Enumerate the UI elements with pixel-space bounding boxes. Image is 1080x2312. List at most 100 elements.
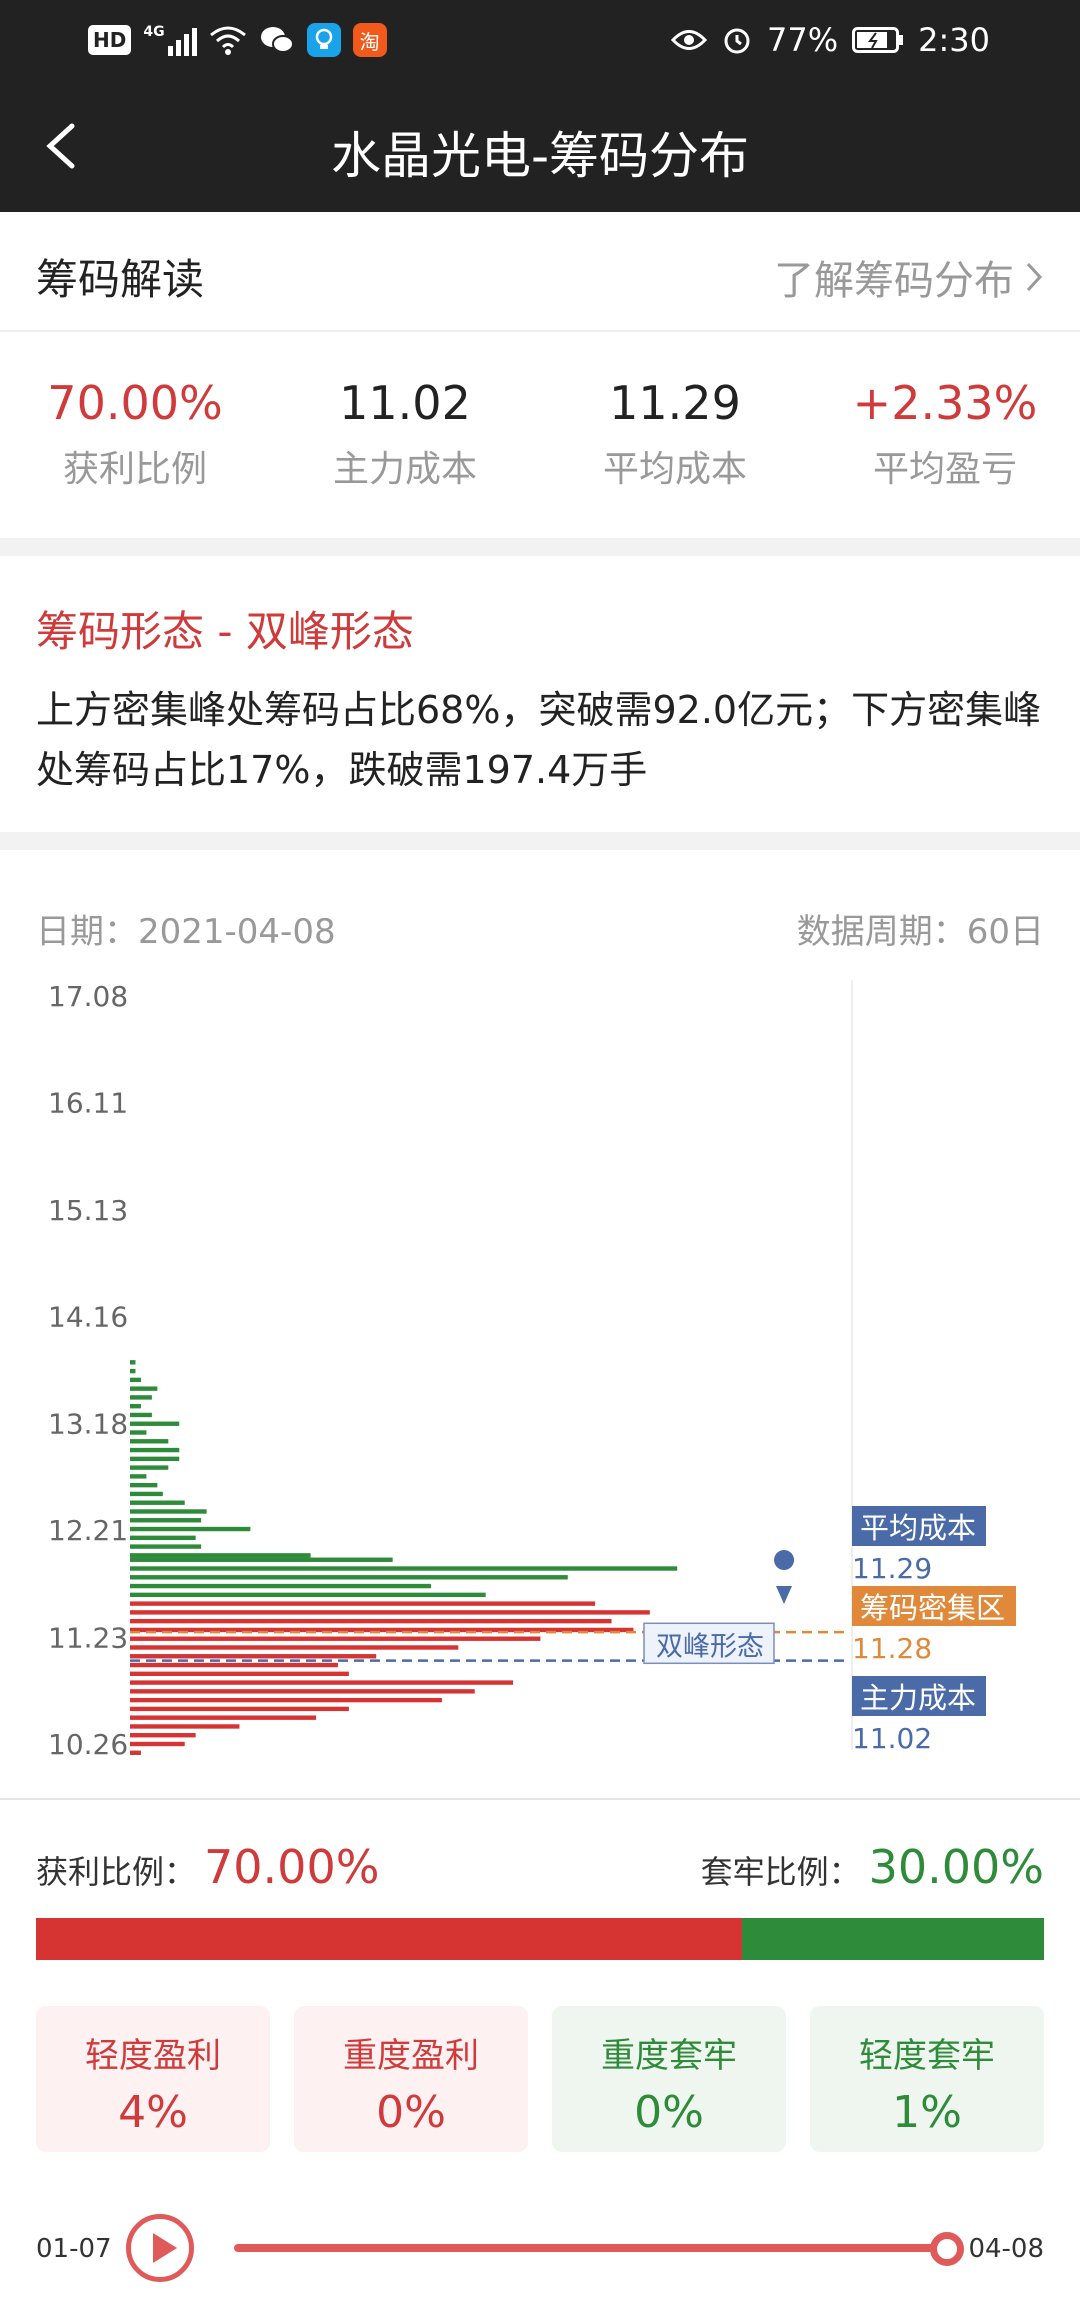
y-tick-label: 16.11	[48, 1086, 128, 1119]
chip-bar	[130, 1724, 240, 1729]
chip-bar	[130, 1566, 678, 1571]
battery-percent: 77%	[767, 21, 839, 59]
card-heavy-trapped[interactable]: 重度套牢 0%	[552, 2006, 786, 2152]
chip-distribution-section: 日期：2021-04-08 数据周期：60日 17.08 16.11 15.13 14…	[0, 850, 1080, 1800]
chip-bar	[130, 1439, 169, 1444]
card-label: 重度套牢	[601, 2036, 737, 2076]
chip-bar	[130, 1680, 514, 1685]
chip-bar	[130, 1500, 185, 1505]
y-tick-label: 17.08	[48, 980, 128, 1013]
chip-bar	[130, 1706, 349, 1712]
learn-link-label: 了解筹码分布	[774, 258, 1014, 304]
chip-bar	[130, 1610, 650, 1615]
battery-icon	[852, 27, 904, 53]
chip-bar	[130, 1636, 541, 1641]
chip-bar	[130, 1491, 163, 1497]
chip-bar	[130, 1627, 634, 1633]
y-tick-label: 11.23	[48, 1622, 128, 1655]
location-pin-icon	[774, 1550, 795, 1570]
chip-bar	[130, 1456, 180, 1462]
chip-bar	[130, 1689, 475, 1694]
chip-bar	[130, 1601, 596, 1606]
chip-bar	[130, 1557, 393, 1562]
card-value: 0%	[634, 2087, 704, 2138]
profit-trapped-bar	[36, 1918, 1044, 1960]
start-date: 01-07	[36, 2234, 112, 2264]
chart-date: 日期：2021-04-08	[36, 912, 336, 952]
stat-value: 70.00%	[47, 376, 223, 430]
ratio-cards: 轻度盈利 4% 重度盈利 0% 重度套牢 0% 轻度套牢 1%	[36, 2006, 1044, 2152]
chip-bar	[130, 1395, 152, 1400]
stat-value: 11.29	[609, 376, 741, 430]
location-pin-dot	[780, 1572, 788, 1580]
stat-profit-ratio: 70.00% 获利比例	[0, 376, 270, 492]
taobao-icon: 淘	[352, 23, 387, 57]
pattern-description: 上方密集峰处筹码占比68%，突破需92.0亿元；下方密集峰处筹码占比17%，跌破…	[36, 688, 1042, 792]
card-value: 1%	[892, 2087, 962, 2138]
chip-bar	[130, 1750, 141, 1755]
chip-bar	[130, 1583, 431, 1589]
end-date: 04-08	[968, 2234, 1044, 2264]
card-label: 轻度套牢	[859, 2036, 995, 2076]
chip-bar	[130, 1447, 180, 1453]
chip-bar	[130, 1662, 338, 1668]
clock: 2:30	[918, 21, 990, 59]
location-pin-tip-icon	[776, 1586, 792, 1604]
chip-bar	[130, 1654, 377, 1659]
chevron-right-icon	[1026, 262, 1043, 292]
chip-bar	[130, 1553, 311, 1558]
play-button-icon[interactable]	[126, 2214, 194, 2282]
status-bar: HD 4G 淘 77% 2:30	[0, 0, 1080, 80]
chip-bar	[130, 1360, 136, 1365]
chip-bar	[130, 1618, 612, 1624]
card-label: 轻度盈利	[85, 2036, 221, 2076]
chip-bar	[130, 1535, 196, 1540]
pattern-label: 双峰形态	[656, 1631, 764, 1662]
chip-bar	[130, 1715, 317, 1720]
chip-distribution-chart[interactable]: 17.08 16.11 15.13 14.16 13.18 12.21 11.23 10.26…	[0, 970, 1080, 1770]
chip-bar	[130, 1386, 158, 1391]
chip-bar	[130, 1575, 568, 1580]
marker-tag-value: 11.28	[852, 1632, 932, 1665]
eye-icon	[671, 30, 708, 50]
stat-value: +2.33%	[852, 376, 1038, 430]
profit-ratio-label: 获利比例：	[36, 1853, 197, 1891]
chip-bar	[130, 1592, 486, 1598]
card-heavy-profit[interactable]: 重度盈利 0%	[294, 2006, 528, 2152]
status-left: HD 4G 淘	[88, 20, 387, 60]
alarm-icon	[724, 28, 750, 54]
card-value: 4%	[118, 2087, 188, 2138]
timeline-slider-handle[interactable]	[930, 2232, 964, 2266]
learn-chip-distribution-link[interactable]: 了解筹码分布	[774, 248, 1044, 306]
y-tick-label: 15.13	[48, 1194, 128, 1227]
wifi-icon	[209, 26, 246, 55]
stats-row: 70.00% 获利比例 11.02 主力成本 11.29 平均成本 +2.33%…	[0, 334, 1080, 538]
chip-bar	[130, 1465, 169, 1470]
stat-label: 主力成本	[332, 449, 477, 490]
stat-average-pnl: +2.33% 平均盈亏	[810, 376, 1080, 492]
y-tick-label: 14.16	[48, 1300, 128, 1333]
signal-icon: 4G	[143, 24, 197, 56]
timeline-player: 01-07 04-08	[0, 2210, 1080, 2290]
chip-bar	[130, 1697, 442, 1703]
profit-fill	[36, 1918, 742, 1960]
status-right: 77% 2:30	[671, 20, 990, 60]
chip-bar	[130, 1645, 459, 1650]
timeline-slider[interactable]	[234, 2244, 950, 2252]
interpretation-title: 筹码解读	[36, 255, 205, 304]
card-label: 重度盈利	[343, 2036, 479, 2076]
chip-bar	[130, 1518, 202, 1523]
hd-badge: HD	[88, 25, 132, 55]
chip-bar	[130, 1544, 202, 1549]
card-light-profit[interactable]: 轻度盈利 4%	[36, 2006, 270, 2152]
y-tick-label: 12.21	[48, 1514, 128, 1547]
section-divider	[0, 538, 1080, 556]
chip-bar	[130, 1412, 152, 1418]
section-divider	[0, 832, 1080, 850]
card-value: 0%	[376, 2087, 446, 2138]
stat-main-cost: 11.02 主力成本	[270, 376, 540, 492]
card-light-trapped[interactable]: 轻度套牢 1%	[810, 2006, 1044, 2152]
y-tick-label: 10.26	[48, 1728, 128, 1761]
stat-label: 获利比例	[62, 449, 207, 490]
y-tick-label: 13.18	[48, 1408, 128, 1441]
